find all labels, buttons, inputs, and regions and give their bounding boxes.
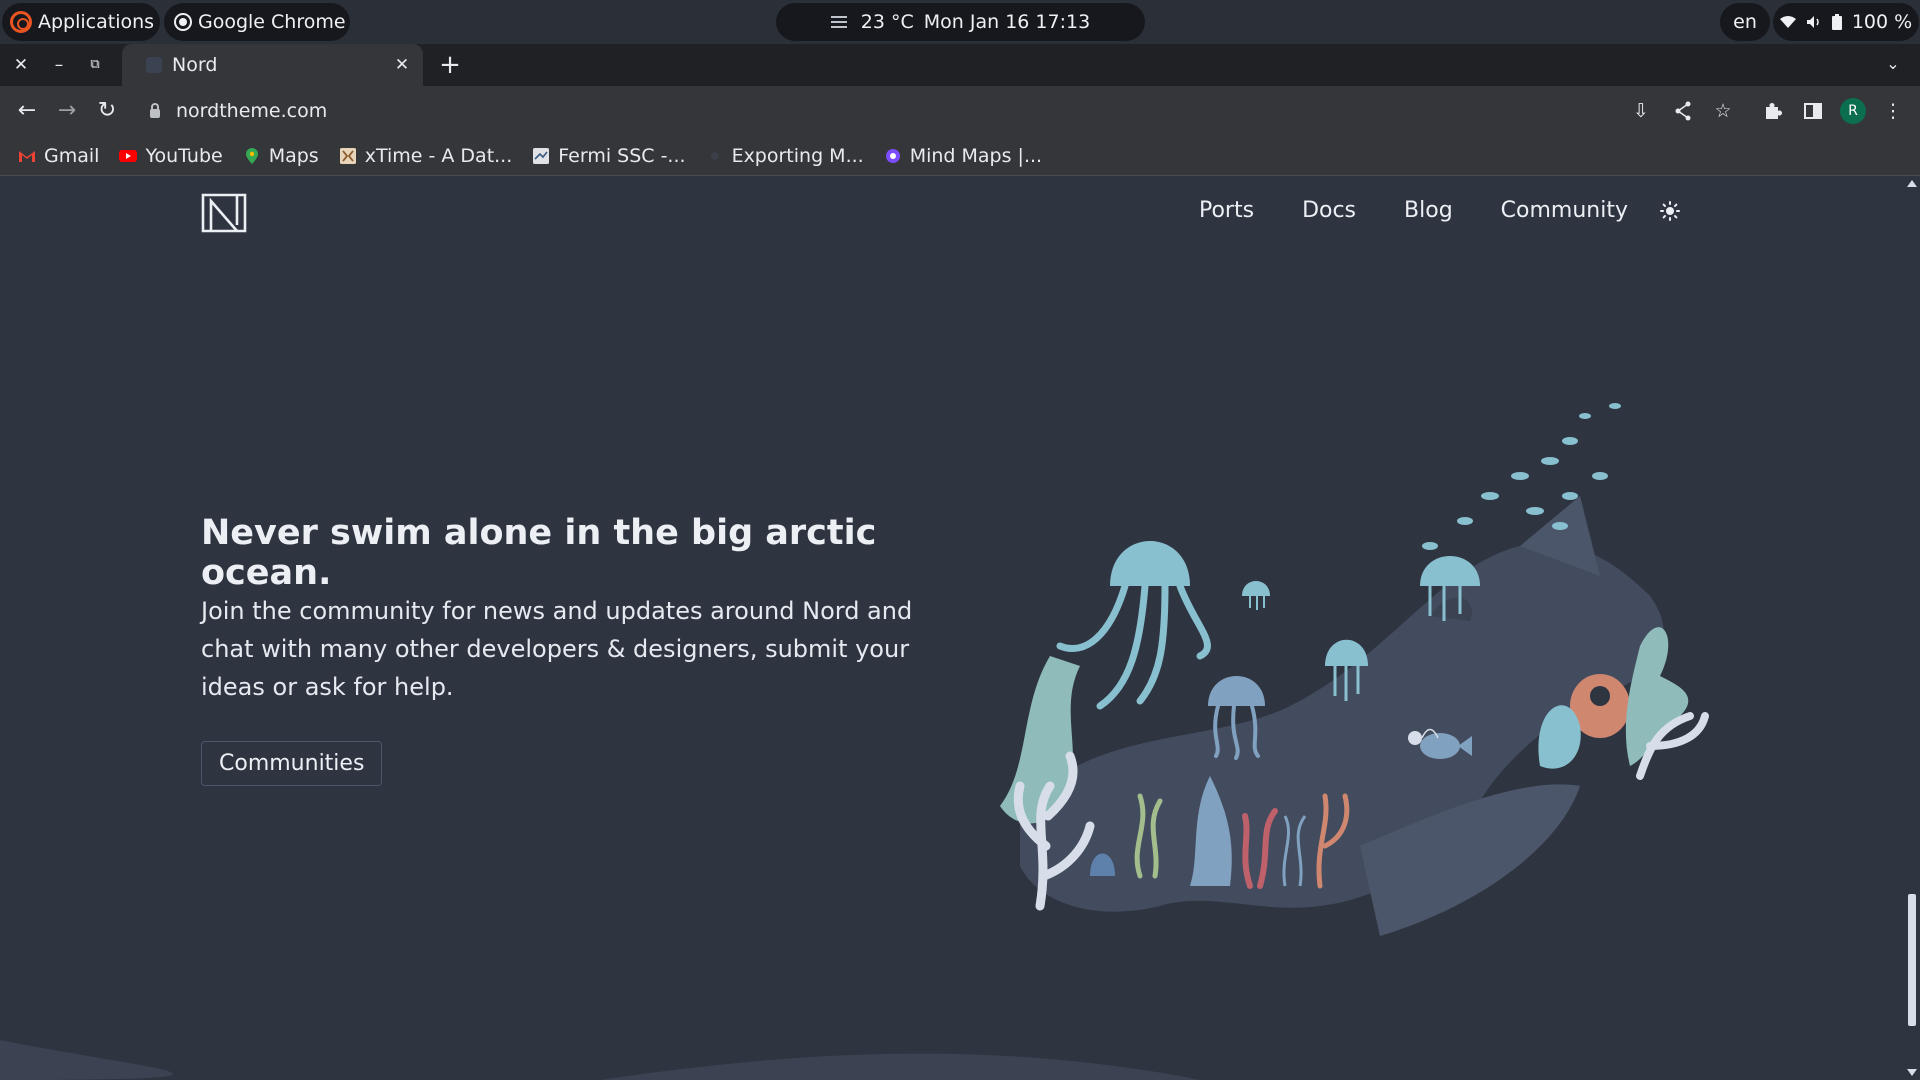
scrollbar-thumb[interactable] bbox=[1908, 894, 1916, 1026]
kebab-menu-icon[interactable]: ⋮ bbox=[1880, 98, 1906, 124]
window-restore-icon[interactable]: ⧉ bbox=[84, 54, 106, 76]
tab-close-icon[interactable]: ✕ bbox=[391, 54, 413, 76]
clock-weather-widget[interactable]: 23 °C Mon Jan 16 17:13 bbox=[776, 3, 1145, 41]
bookmark-mindmaps[interactable]: Mind Maps |... bbox=[884, 145, 1042, 167]
system-top-panel: Applications Google Chrome 23 °C Mon Jan… bbox=[0, 0, 1920, 44]
nord-favicon-icon bbox=[146, 57, 162, 73]
browser-tab-strip: ✕ – ⧉ Nord ✕ + ⌄ bbox=[0, 44, 1920, 86]
applications-label: Applications bbox=[38, 11, 155, 33]
reload-icon[interactable]: ↻ bbox=[93, 97, 121, 125]
bookmark-maps[interactable]: Maps bbox=[243, 145, 319, 167]
bookmark-youtube[interactable]: YouTube bbox=[119, 144, 223, 167]
bookmark-label: Exporting M... bbox=[731, 144, 864, 167]
weather-label: 23 °C bbox=[860, 11, 914, 33]
youtube-icon bbox=[119, 149, 138, 162]
address-bar[interactable]: nordtheme.com bbox=[140, 92, 1620, 130]
bookmark-fermi[interactable]: Fermi SSC -... bbox=[532, 144, 686, 167]
nord-website-page: Ports Docs Blog Community Never swim alo… bbox=[0, 176, 1902, 1080]
datetime-label: Mon Jan 16 17:13 bbox=[923, 11, 1091, 33]
language-indicator[interactable]: en bbox=[1720, 3, 1770, 41]
profile-avatar[interactable]: R bbox=[1840, 98, 1866, 124]
nord-logo-icon[interactable] bbox=[201, 193, 247, 233]
tab-search-chevron-icon[interactable]: ⌄ bbox=[1880, 54, 1906, 76]
extensions-puzzle-icon[interactable] bbox=[1760, 98, 1786, 124]
tab-title: Nord bbox=[172, 54, 218, 76]
bookmark-label: YouTube bbox=[145, 144, 223, 167]
bookmark-xtime[interactable]: xTime - A Dat... bbox=[339, 144, 513, 167]
fermi-icon bbox=[533, 147, 550, 164]
weather-fog-icon bbox=[830, 16, 847, 28]
nav-ports-link[interactable]: Ports bbox=[1199, 198, 1254, 223]
ubuntu-icon bbox=[10, 11, 32, 33]
active-app-label: Google Chrome bbox=[198, 11, 346, 33]
arctic-ocean-illustration bbox=[1000, 403, 1709, 936]
bookmark-label: Gmail bbox=[44, 144, 100, 167]
mindmaps-icon bbox=[885, 148, 900, 163]
forward-arrow-icon[interactable]: → bbox=[53, 97, 81, 125]
scroll-up-arrow-icon[interactable] bbox=[1907, 180, 1917, 187]
communities-button[interactable]: Communities bbox=[201, 741, 383, 786]
xtime-icon bbox=[339, 147, 356, 164]
browser-toolbar: ← → ↻ nordtheme.com ⇩ ☆ R ⋮ bbox=[0, 86, 1920, 136]
install-app-icon[interactable]: ⇩ bbox=[1628, 98, 1654, 124]
bookmark-label: Maps bbox=[268, 144, 319, 167]
sun-icon[interactable] bbox=[1660, 200, 1680, 221]
window-minimize-icon[interactable]: – bbox=[48, 54, 70, 76]
system-tray[interactable]: 100 % bbox=[1773, 3, 1919, 41]
hero-description: Join the community for news and updates … bbox=[201, 597, 913, 701]
lock-icon bbox=[150, 102, 160, 118]
wifi-icon bbox=[1779, 16, 1796, 28]
site-navigation: Ports Docs Blog Community bbox=[1199, 198, 1680, 223]
bottom-wave-decoration bbox=[0, 1040, 1200, 1080]
chrome-icon bbox=[174, 13, 192, 31]
applications-menu[interactable]: Applications bbox=[2, 3, 160, 41]
nav-docs-link[interactable]: Docs bbox=[1302, 198, 1356, 223]
bookmark-exporting[interactable]: Exporting M... bbox=[706, 145, 864, 167]
bookmark-label: xTime - A Dat... bbox=[364, 144, 513, 167]
bookmark-label: Mind Maps |... bbox=[909, 144, 1043, 167]
volume-icon bbox=[1806, 16, 1819, 28]
window-close-icon[interactable]: ✕ bbox=[10, 54, 32, 76]
bookmark-star-icon[interactable]: ☆ bbox=[1710, 98, 1736, 124]
bookmarks-bar: Gmail YouTube Maps xTime - A Dat... Ferm… bbox=[0, 136, 1920, 176]
back-arrow-icon[interactable]: ← bbox=[13, 97, 41, 125]
scroll-down-arrow-icon[interactable] bbox=[1907, 1069, 1917, 1076]
gmail-icon bbox=[19, 150, 35, 162]
share-icon[interactable] bbox=[1670, 98, 1696, 124]
tab-nord[interactable]: Nord ✕ bbox=[122, 44, 423, 86]
exporting-icon bbox=[710, 151, 719, 160]
new-tab-button[interactable]: + bbox=[437, 52, 463, 78]
battery-label: 100 % bbox=[1851, 11, 1913, 33]
battery-icon bbox=[1831, 14, 1842, 30]
active-app-indicator[interactable]: Google Chrome bbox=[164, 3, 350, 41]
language-label: en bbox=[1733, 11, 1757, 33]
bookmark-label: Fermi SSC -... bbox=[558, 144, 686, 167]
url-text: nordtheme.com bbox=[176, 100, 328, 122]
maps-icon bbox=[245, 147, 258, 164]
side-panel-icon[interactable] bbox=[1800, 98, 1826, 124]
hero-title: Never swim alone in the big arctic ocean… bbox=[201, 513, 877, 593]
bookmark-gmail[interactable]: Gmail bbox=[18, 145, 99, 167]
nav-community-link[interactable]: Community bbox=[1501, 198, 1628, 223]
nav-blog-link[interactable]: Blog bbox=[1404, 198, 1453, 223]
page-scrollbar[interactable] bbox=[1902, 176, 1920, 1080]
